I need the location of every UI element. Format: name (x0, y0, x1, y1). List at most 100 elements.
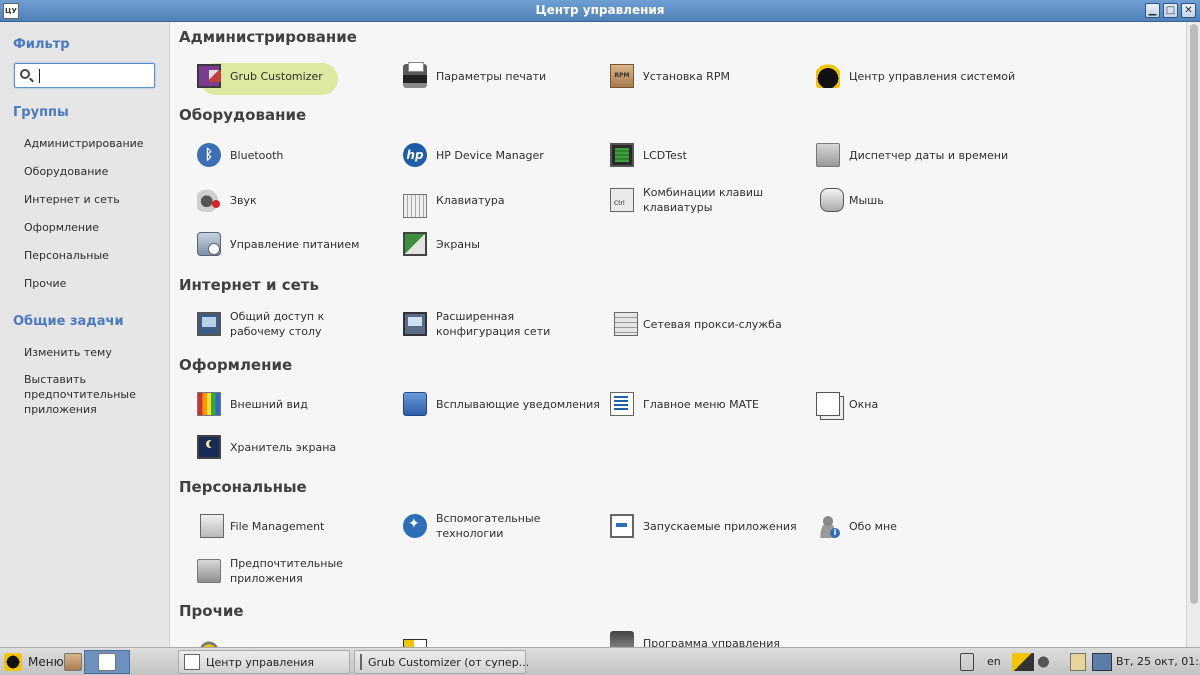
volume-icon[interactable] (1038, 653, 1056, 671)
rpm-package-icon: RPM (610, 64, 634, 88)
item-power-management[interactable]: Управление питанием (197, 227, 397, 261)
item-label: Хранитель экрана (230, 440, 337, 454)
network-icon[interactable] (1092, 653, 1112, 671)
screensaver-icon (197, 435, 221, 459)
search-icon (20, 69, 30, 79)
sidebar-item-look[interactable]: Оформление (24, 220, 159, 235)
item-label: Главное меню MATE (643, 397, 759, 411)
mouse-icon (820, 188, 844, 212)
taskbar: Меню Центр управления Grub Customizer (о… (0, 647, 1200, 675)
item-desktop-sharing[interactable]: Общий доступ к рабочему столу (197, 307, 397, 341)
item-system-control-center[interactable]: Центр управления системой (816, 59, 1076, 93)
keyboard-icon (403, 194, 427, 218)
vertical-scrollbar[interactable] (1186, 22, 1200, 647)
clock[interactable]: Вт, 25 окт, 01:50 (1116, 655, 1200, 668)
hp-logo-icon: hp (403, 143, 427, 167)
item-screensaver[interactable]: Хранитель экрана (197, 430, 397, 464)
scrollbar-thumb[interactable] (1190, 24, 1198, 604)
update-notifier-icon[interactable] (1012, 653, 1034, 671)
item-grub-customizer[interactable]: Grub Customizer (197, 59, 397, 93)
maximize-button[interactable]: □ (1163, 3, 1178, 18)
item-label: Установка RPM (643, 69, 730, 83)
active-workspace[interactable] (84, 650, 130, 674)
item-network-proxy[interactable]: Сетевая прокси-служба (610, 307, 810, 341)
item-network-config[interactable]: Расширенная конфигурация сети (403, 307, 603, 341)
item-mouse[interactable]: Мышь (816, 183, 1016, 217)
section-title-hardware: Оборудование (179, 106, 307, 124)
item-keyboard-shortcuts[interactable]: Комбинации клавиш клавиатуры (610, 183, 810, 217)
item-appearance[interactable]: Внешний вид (197, 387, 397, 421)
item-install-rpm[interactable]: RPM Установка RPM (610, 59, 810, 93)
item-notifications[interactable]: Всплывающие уведомления (403, 387, 603, 421)
language-indicator[interactable]: en (987, 655, 1001, 668)
alt-menu-icon[interactable] (4, 653, 22, 671)
sidebar-item-admin[interactable]: Администрирование (24, 136, 159, 151)
window-titlebar[interactable]: ЦУ Центр управления ▁ □ ✕ (0, 0, 1200, 22)
item-startup-apps[interactable]: Запускаемые приложения (610, 509, 810, 543)
item-accessibility[interactable]: Вспомогательные технологии (403, 509, 603, 543)
item-label: Экраны (436, 237, 480, 251)
item-bluetooth[interactable]: ᛒ Bluetooth (197, 138, 397, 172)
item-label: Grub Customizer (230, 69, 323, 83)
grub-icon (197, 64, 221, 88)
item-about-me[interactable]: Обо мне (816, 509, 1016, 543)
item-windows[interactable]: Окна (816, 387, 1016, 421)
minimize-button[interactable]: ▁ (1145, 3, 1160, 18)
main-menu-icon (610, 392, 634, 416)
taskbar-item-grub-customizer[interactable]: Grub Customizer (от супер... (354, 650, 530, 674)
control-center-launcher-icon[interactable] (98, 653, 116, 671)
item-sound[interactable]: Звук (197, 183, 397, 217)
grub-icon (360, 654, 362, 670)
item-label: Запускаемые приложения (643, 519, 797, 533)
item-displays[interactable]: Экраны (403, 227, 603, 261)
item-other-1[interactable] (197, 634, 397, 647)
section-title-internet: Интернет и сеть (179, 276, 319, 294)
sidebar-item-internet[interactable]: Интернет и сеть (24, 192, 159, 207)
misc-gear-icon (197, 639, 221, 647)
section-title-look: Оформление (179, 356, 293, 374)
search-box[interactable] (14, 63, 155, 88)
item-label: LCDTest (643, 148, 687, 162)
item-keyboard[interactable]: Клавиатура (403, 183, 603, 218)
item-print-settings[interactable]: Параметры печати (403, 59, 603, 93)
bluetooth-icon: ᛒ (197, 143, 221, 167)
file-manager-icon[interactable] (64, 653, 82, 671)
item-preferred-apps[interactable]: Предпочтительные приложения (197, 554, 397, 588)
item-main-menu[interactable]: Главное меню MATE (610, 387, 810, 421)
sidebar-item-personal[interactable]: Персональные (24, 248, 159, 263)
item-file-management[interactable]: File Management (197, 509, 397, 543)
desktop-sharing-icon (197, 312, 221, 336)
item-label: Внешний вид (230, 397, 308, 411)
misc-panel-icon (403, 639, 427, 647)
sidebar-item-hardware[interactable]: Оборудование (24, 164, 159, 179)
item-hp-device-manager[interactable]: hp HP Device Manager (403, 138, 603, 172)
sound-icon (197, 188, 221, 212)
search-input[interactable] (37, 67, 147, 84)
item-label: Звук (230, 193, 257, 207)
item-label: Вспомогательные технологии (436, 512, 541, 540)
notification-icon (403, 392, 427, 416)
item-label: Общий доступ к рабочему столу (230, 310, 325, 338)
startup-apps-icon (610, 514, 634, 538)
task-change-theme[interactable]: Изменить тему (24, 345, 159, 360)
item-label: Клавиатура (436, 193, 505, 207)
taskbar-item-control-center[interactable]: Центр управления (178, 650, 350, 674)
item-lcdtest[interactable]: LCDTest (610, 138, 810, 172)
item-date-time[interactable]: Диспетчер даты и времени (816, 138, 1076, 172)
taskbar-item-label: Grub Customizer (от супер... (368, 655, 530, 669)
user-info-icon (816, 514, 840, 538)
menu-button[interactable]: Меню (28, 655, 64, 669)
item-other-2[interactable] (403, 634, 603, 647)
sidebar-item-other[interactable]: Прочие (24, 276, 159, 291)
management-program-icon (610, 631, 634, 647)
item-label: Предпочтительные приложения (230, 557, 343, 585)
keyboard-layout-icon[interactable] (960, 653, 974, 671)
printer-icon (403, 62, 427, 88)
close-button[interactable]: ✕ (1181, 3, 1196, 18)
item-management-program[interactable]: Программа управления (610, 626, 810, 647)
item-label: Параметры печати (436, 69, 547, 83)
task-preferred-apps[interactable]: Выставить предпочтительные приложения (24, 372, 159, 417)
item-label: Мышь (849, 193, 884, 207)
power-management-icon (197, 232, 221, 256)
clipboard-icon[interactable] (1070, 653, 1086, 671)
